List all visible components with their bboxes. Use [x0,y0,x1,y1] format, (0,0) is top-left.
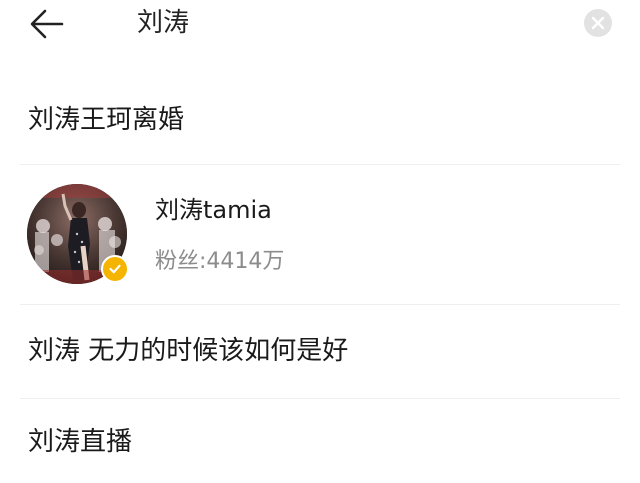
search-query[interactable]: 刘涛 [137,5,189,41]
suggestion-text[interactable]: 刘涛王珂离婚 [28,102,184,138]
back-button[interactable] [24,4,72,44]
suggestion-text[interactable]: 刘涛直播 [28,424,132,460]
search-header: 刘涛 [0,0,640,70]
user-name[interactable]: 刘涛tamia [155,194,272,226]
user-result-card[interactable]: 刘涛tamia 粉丝:4414万 [0,165,640,303]
check-icon [109,264,121,274]
suggestion-text[interactable]: 刘涛 无力的时候该如何是好 [28,333,348,369]
verified-badge [101,255,129,283]
follower-count: 粉丝:4414万 [155,249,285,274]
clear-search-button[interactable] [584,9,612,37]
divider [20,304,620,305]
arrow-left-icon [30,9,64,39]
divider [20,398,620,399]
close-icon [591,16,605,30]
